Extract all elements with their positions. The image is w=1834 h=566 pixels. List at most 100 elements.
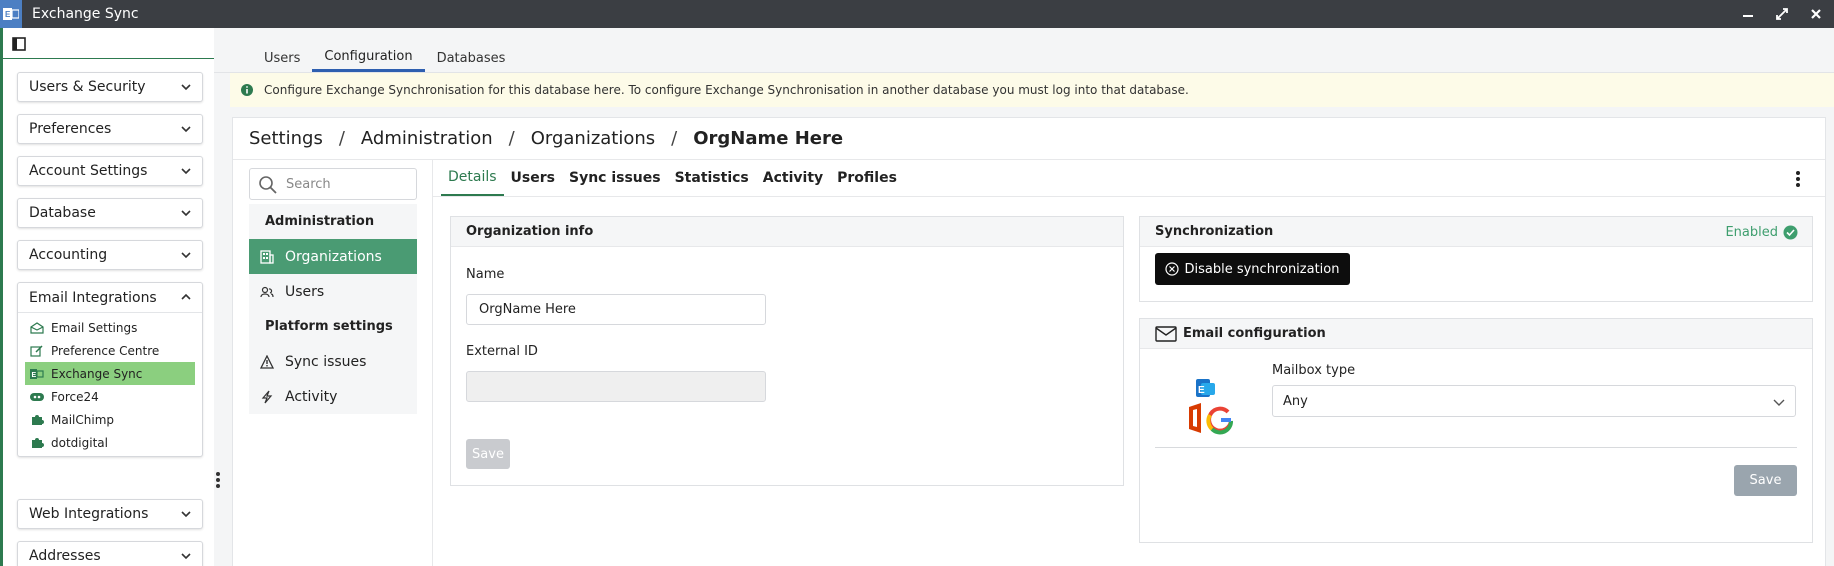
external-id-field[interactable] (466, 371, 766, 402)
nav-group-users-security[interactable]: Users & Security (17, 72, 203, 102)
nav-item-label: Users (285, 283, 325, 300)
tab-configuration[interactable]: Configuration (312, 44, 425, 72)
nav-group-account-settings[interactable]: Account Settings (17, 156, 203, 186)
minimize-icon[interactable] (1738, 4, 1758, 24)
nav-group-preferences[interactable]: Preferences (17, 114, 203, 144)
email-integrations-header[interactable]: Email Integrations (18, 283, 202, 313)
sidebar-item-dotdigital[interactable]: dotdigital (25, 431, 195, 454)
title-bar: E Exchange Sync (0, 0, 1834, 28)
tab-profiles[interactable]: Profiles (830, 160, 904, 196)
force24-icon (29, 390, 45, 404)
kebab-vertical-icon[interactable] (214, 470, 222, 490)
top-tabs: Users Configuration Databases (252, 44, 517, 72)
breadcrumb-current: OrgName Here (693, 128, 844, 149)
status-text: Enabled (1725, 224, 1778, 240)
name-field[interactable]: OrgName Here (466, 294, 766, 325)
sidebar-toggle-icon[interactable] (12, 37, 26, 51)
disable-synchronization-label: Disable synchronization (1184, 261, 1340, 277)
sidebar-item-label: Exchange Sync (51, 366, 143, 381)
email-configuration-title: Email configuration (1183, 326, 1326, 341)
nav-group-label: Database (29, 205, 96, 221)
chevron-up-icon (181, 293, 191, 300)
restore-icon[interactable] (1772, 4, 1792, 24)
sidebar-item-organizations[interactable]: Organizations (249, 239, 417, 274)
breadcrumb-settings[interactable]: Settings (249, 128, 323, 149)
chevron-down-icon (181, 511, 191, 518)
puzzle-icon (29, 436, 45, 450)
breadcrumb-administration[interactable]: Administration (361, 128, 493, 149)
disable-synchronization-button[interactable]: Disable synchronization (1155, 253, 1350, 285)
svg-text:E: E (5, 10, 11, 19)
synchronization-header: Synchronization Enabled (1140, 217, 1812, 247)
tab-statistics[interactable]: Statistics (668, 160, 756, 196)
nav-group-label: Web Integrations (29, 506, 149, 522)
tab-sync-issues[interactable]: Sync issues (562, 160, 668, 196)
nav-group-email-integrations: Email Integrations Email Settings Prefer… (17, 282, 203, 457)
nav-group-addresses[interactable]: Addresses (17, 541, 203, 566)
exchange-logo-icon: E (1196, 379, 1215, 397)
external-id-label: External ID (466, 344, 538, 359)
banner-text: Configure Exchange Synchronisation for t… (264, 83, 1189, 97)
sidebar-item-sync-issues[interactable]: Sync issues (249, 344, 417, 379)
tab-users[interactable]: Users (504, 160, 562, 196)
search-input[interactable]: Search (249, 168, 417, 200)
chevron-down-icon (181, 168, 191, 175)
email-configuration-card: Email configuration E Mailbox type Any S… (1139, 318, 1813, 543)
nav-heading-platform-settings: Platform settings (265, 319, 393, 334)
window-title: Exchange Sync (32, 6, 139, 22)
sidebar-item-activity[interactable]: Activity (249, 379, 417, 414)
nav-group-web-integrations[interactable]: Web Integrations (17, 499, 203, 529)
check-circle-icon (1783, 225, 1798, 239)
organization-info-card: Organization info Name OrgName Here Exte… (450, 216, 1124, 486)
puzzle-icon (29, 413, 45, 427)
nav-group-label: Preferences (29, 121, 112, 137)
save-button[interactable]: Save (466, 439, 510, 469)
sidebar-item-email-settings[interactable]: Email Settings (25, 316, 195, 339)
mailbox-type-label: Mailbox type (1272, 363, 1356, 378)
info-banner: Configure Exchange Synchronisation for t… (230, 73, 1834, 107)
sidebar-item-label: Email Settings (51, 320, 138, 335)
breadcrumb: Settings / Administration / Organization… (249, 128, 844, 149)
sidebar-item-exchange-sync[interactable]: E Exchange Sync (25, 362, 195, 385)
name-label: Name (466, 267, 505, 282)
close-icon[interactable] (1806, 4, 1826, 24)
sidebar-item-label: Preference Centre (51, 343, 160, 358)
tab-details[interactable]: Details (441, 160, 504, 196)
nav-heading-administration: Administration (265, 214, 375, 229)
content-tabs: Details Users Sync issues Statistics Act… (441, 160, 904, 196)
chevron-down-icon (1773, 399, 1785, 406)
nav-group-label: Users & Security (29, 79, 146, 95)
nav-group-label: Email Integrations (29, 289, 157, 306)
chevron-down-icon (181, 126, 191, 133)
nav-item-label: Activity (285, 388, 338, 405)
mailbox-type-value: Any (1283, 393, 1308, 409)
sidebar-item-preference-centre[interactable]: Preference Centre (25, 339, 195, 362)
building-icon (259, 249, 275, 265)
edit-icon (29, 344, 45, 358)
synchronization-title: Synchronization (1155, 224, 1274, 239)
organization-info-title: Organization info (451, 217, 1123, 247)
more-options-icon[interactable] (1795, 170, 1801, 188)
sidebar-item-label: Force24 (51, 389, 99, 404)
nav-group-accounting[interactable]: Accounting (17, 240, 203, 270)
nav-item-label: Organizations (285, 248, 382, 265)
mailbox-type-select[interactable]: Any (1272, 385, 1796, 417)
google-logo-icon (1206, 406, 1233, 435)
tab-databases[interactable]: Databases (425, 44, 518, 72)
tab-activity[interactable]: Activity (756, 160, 830, 196)
sidebar-item-mailchimp[interactable]: MailChimp (25, 408, 195, 431)
warning-icon (259, 354, 275, 370)
breadcrumb-organizations[interactable]: Organizations (531, 128, 655, 149)
email-config-save-button[interactable]: Save (1734, 465, 1797, 496)
sidebar-item-force24[interactable]: Force24 (25, 385, 195, 408)
search-placeholder: Search (286, 176, 331, 192)
settings-side-nav: Search Administration Organizations User… (249, 168, 417, 418)
mail-provider-logos: E (1170, 377, 1240, 437)
nav-group-database[interactable]: Database (17, 198, 203, 228)
nav-group-label: Addresses (29, 548, 101, 564)
info-icon (241, 84, 253, 96)
sidebar-item-users[interactable]: Users (249, 274, 417, 309)
chevron-down-icon (181, 252, 191, 259)
x-circle-icon (1165, 262, 1180, 276)
tab-users[interactable]: Users (252, 44, 312, 72)
